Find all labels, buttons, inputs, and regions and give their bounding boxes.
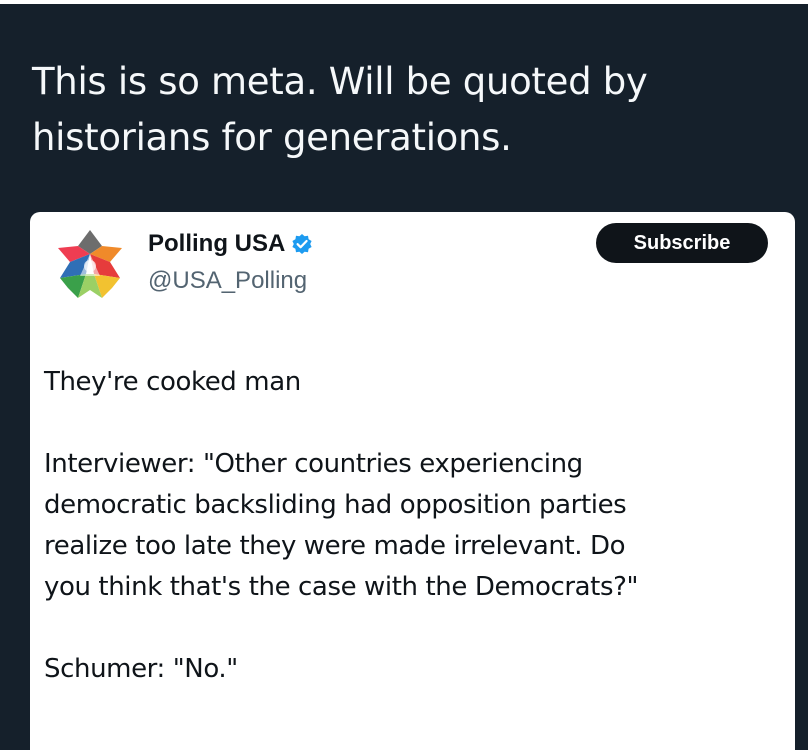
polling-usa-logo-icon[interactable] [50, 226, 130, 306]
tweet-paragraph: They're cooked man [44, 367, 301, 397]
caption-line: historians for generations. [32, 116, 512, 159]
tweet-line: Interviewer: "Other countries experienci… [44, 449, 583, 479]
subscribe-button[interactable]: Subscribe [596, 223, 768, 263]
tweet-line: democratic backsliding had opposition pa… [44, 490, 627, 520]
screenshot-frame: This is so meta. Will be quoted by histo… [0, 0, 808, 750]
author-name-text: Polling USA [148, 230, 286, 257]
post-caption: This is so meta. Will be quoted by histo… [32, 54, 772, 166]
tweet-paragraph: Schumer: "No." [44, 654, 238, 684]
tweet-body: They're cooked man Interviewer: "Other c… [44, 362, 789, 690]
author-handle[interactable]: @USA_Polling [148, 267, 307, 295]
tweet-line: you think that's the case with the Democ… [44, 572, 639, 602]
author-name[interactable]: Polling USA [148, 230, 313, 258]
verified-badge-icon [291, 233, 313, 255]
tweet-line: realize too late they were made irreleva… [44, 531, 626, 561]
top-edge [0, 0, 808, 4]
caption-line: This is so meta. Will be quoted by [32, 60, 648, 103]
quoted-tweet-card[interactable]: Polling USA @USA_Polling Subscribe They'… [30, 212, 795, 750]
